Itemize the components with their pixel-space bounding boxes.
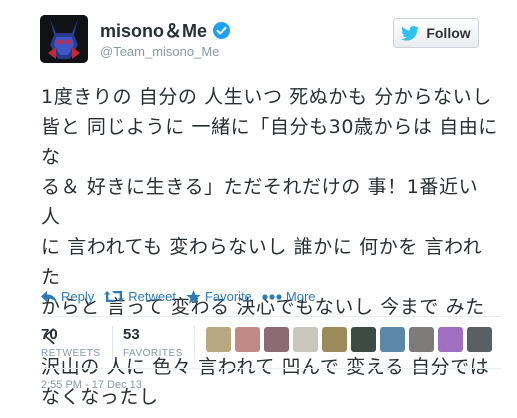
favoriter-avatar[interactable] — [380, 327, 405, 352]
user-handle[interactable]: @Team_misono_Me — [100, 44, 219, 59]
favoriter-avatar[interactable] — [409, 327, 434, 352]
favoriter-avatar[interactable] — [322, 327, 347, 352]
divider — [41, 368, 501, 369]
retweet-button[interactable]: Retweet — [104, 289, 176, 304]
more-button[interactable]: More — [262, 289, 316, 304]
user-full-name[interactable]: misono＆Me — [100, 17, 207, 43]
avatar[interactable] — [40, 15, 88, 63]
favoriter-avatar[interactable] — [438, 327, 463, 352]
more-dots-icon — [262, 293, 282, 300]
retweet-label: Retweet — [128, 289, 176, 304]
reply-icon — [41, 290, 57, 303]
favoriter-avatar[interactable] — [264, 327, 289, 352]
tweet-line: 皆と 同じように 一緒に「自分も30歳からは 自由にな — [41, 116, 498, 168]
favorite-label: Favorite — [204, 289, 252, 304]
twitter-bird-icon — [401, 25, 420, 41]
retweets-stat[interactable]: 70 RETWEETS — [41, 326, 101, 359]
divider — [41, 316, 501, 317]
tweet-timestamp[interactable]: 2:55 PM - 17 Dec 13 — [41, 379, 142, 391]
tweet-card: misono＆Me @Team_misono_Me Follow 1度きりの 自… — [0, 0, 517, 418]
reply-label: Reply — [61, 289, 95, 304]
retweets-label: RETWEETS — [41, 348, 101, 359]
retweet-icon — [104, 291, 125, 302]
favoriter-avatar[interactable] — [293, 327, 318, 352]
favoriters-avatars — [206, 327, 496, 352]
tweet-line: に 言われても 変わらないし 誰かに 何かを 言われた — [41, 236, 483, 288]
more-label: More — [285, 289, 316, 304]
star-icon — [186, 289, 201, 304]
favoriter-avatar[interactable] — [467, 327, 492, 352]
favorites-stat[interactable]: 53 FAVORITES — [123, 326, 183, 359]
stat-separator — [194, 326, 195, 360]
tweet-line: 沢山の 人に 色々 言われて 凹んで 変える 自分では — [41, 356, 490, 378]
tweet-actions: Reply Retweet Favorite More — [41, 289, 326, 304]
follow-label: Follow — [426, 25, 471, 41]
retweets-count: 70 — [41, 326, 58, 343]
favorites-label: FAVORITES — [123, 348, 183, 359]
favorite-button[interactable]: Favorite — [186, 289, 252, 304]
reply-button[interactable]: Reply — [41, 289, 94, 304]
verified-badge-icon — [213, 21, 231, 39]
stat-separator — [112, 326, 113, 360]
favoriter-avatar[interactable] — [235, 327, 260, 352]
favoriter-avatar[interactable] — [206, 327, 231, 352]
favoriter-avatar[interactable] — [351, 327, 376, 352]
favorites-count: 53 — [123, 326, 140, 343]
follow-button[interactable]: Follow — [393, 18, 479, 48]
tweet-text: 1度きりの 自分の 人生いつ 死ぬかも 分からないし 皆と 同じように 一緒に「… — [41, 82, 501, 412]
tweet-line: る＆ 好きに生きる」ただそれだけの 事！1番近い 人 — [41, 176, 479, 228]
tweet-line: 1度きりの 自分の 人生いつ 死ぬかも 分からないし — [41, 86, 492, 108]
name-row: misono＆Me — [100, 17, 231, 43]
